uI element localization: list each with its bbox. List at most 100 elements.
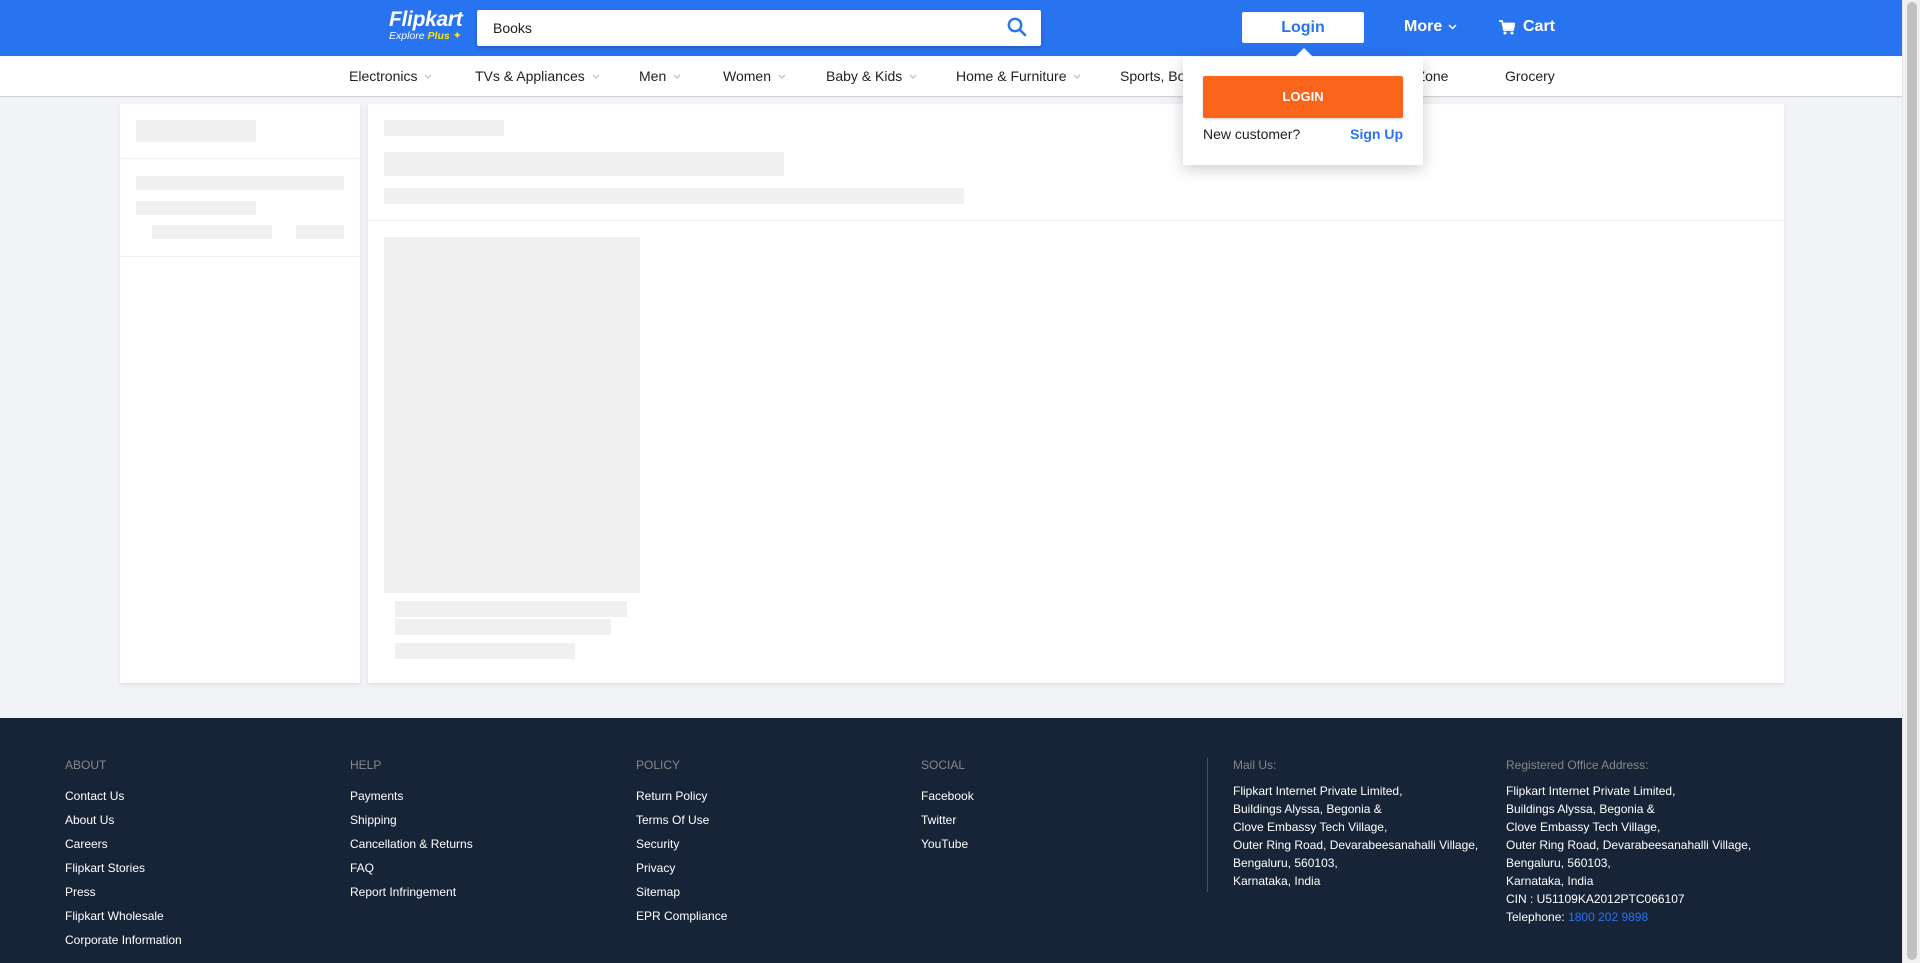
cart-icon: [1499, 19, 1515, 34]
category-nav: Electronics TVs & Appliances Men Women B…: [0, 56, 1902, 96]
search-button[interactable]: [1007, 17, 1031, 39]
address-line: Bengaluru, 560103,: [1233, 856, 1338, 870]
divider: [120, 158, 360, 159]
dropdown-login-button[interactable]: LOGIN: [1203, 76, 1403, 118]
footer-link[interactable]: FAQ: [350, 856, 473, 880]
footer-link[interactable]: Terms Of Use: [636, 808, 727, 832]
skeleton-block: [296, 225, 344, 239]
nav-label: Women: [723, 68, 771, 84]
skeleton-block: [136, 201, 256, 215]
flipkart-logo[interactable]: Flipkart Explore Plus ✦: [389, 9, 465, 45]
nav-label: TVs & Appliances: [475, 68, 585, 84]
search-bar: [477, 10, 1041, 46]
search-input[interactable]: [493, 10, 973, 46]
plus-star-icon: ✦: [452, 30, 462, 42]
scrollbar-thumb[interactable]: [1907, 2, 1917, 960]
address-line: Outer Ring Road, Devarabeesanahalli Vill…: [1506, 838, 1752, 852]
login-button[interactable]: Login: [1242, 12, 1364, 43]
skeleton-image: [384, 237, 640, 593]
footer-heading: Registered Office Address:: [1506, 758, 1649, 772]
footer-heading: SOCIAL: [921, 758, 966, 772]
nav-item-sports-books[interactable]: Sports, Bo: [1120, 68, 1185, 84]
skeleton-block: [395, 643, 575, 659]
skeleton-block: [136, 176, 344, 190]
login-dropdown: LOGIN New customer? Sign Up: [1183, 48, 1423, 165]
telephone-link[interactable]: 1800 202 9898: [1568, 910, 1648, 924]
footer-link[interactable]: Twitter: [921, 808, 974, 832]
address-line: Clove Embassy Tech Village,: [1506, 820, 1661, 834]
footer-link[interactable]: YouTube: [921, 832, 974, 856]
footer-link[interactable]: About Us: [65, 808, 182, 832]
page-scrollbar[interactable]: [1902, 0, 1920, 963]
footer-link[interactable]: Payments: [350, 784, 473, 808]
more-menu[interactable]: More: [1404, 18, 1457, 36]
footer-divider: [1207, 758, 1208, 892]
footer-about: ABOUT Contact Us About Us Careers Flipka…: [65, 758, 182, 952]
chevron-down-icon: [673, 74, 681, 79]
nav-item-home-furniture[interactable]: Home & Furniture: [956, 68, 1082, 84]
footer-link[interactable]: Corporate Information: [65, 928, 182, 952]
footer-link[interactable]: Privacy: [636, 856, 727, 880]
skeleton-block: [384, 188, 964, 204]
nav-item-baby-kids[interactable]: Baby & Kids: [826, 68, 918, 84]
nav-label: Grocery: [1505, 68, 1555, 84]
footer-mail-us: Mail Us: Flipkart Internet Private Limit…: [1233, 758, 1478, 890]
cart-link[interactable]: Cart: [1499, 18, 1555, 36]
divider: [368, 220, 1784, 221]
cin-line: CIN : U51109KA2012PTC066107: [1506, 892, 1685, 906]
footer-link[interactable]: Cancellation & Returns: [350, 832, 473, 856]
nav-label: Baby & Kids: [826, 68, 903, 84]
address-line: Buildings Alyssa, Begonia &: [1233, 802, 1382, 816]
nav-item-men[interactable]: Men: [639, 68, 682, 84]
footer-link[interactable]: Contact Us: [65, 784, 182, 808]
site-footer: ABOUT Contact Us About Us Careers Flipka…: [0, 718, 1902, 963]
cart-label: Cart: [1523, 18, 1556, 35]
sign-up-link[interactable]: Sign Up: [1350, 126, 1403, 142]
nav-item-tvs-appliances[interactable]: TVs & Appliances: [475, 68, 601, 84]
skeleton-block: [152, 225, 272, 239]
footer-link[interactable]: Careers: [65, 832, 182, 856]
footer-link[interactable]: Sitemap: [636, 880, 727, 904]
chevron-down-icon: [1448, 24, 1457, 30]
footer-link[interactable]: Facebook: [921, 784, 974, 808]
footer-link[interactable]: Return Policy: [636, 784, 727, 808]
skeleton-block: [395, 619, 611, 635]
footer-link[interactable]: Flipkart Wholesale: [65, 904, 182, 928]
nav-item-women[interactable]: Women: [723, 68, 787, 84]
address-line: Flipkart Internet Private Limited,: [1506, 784, 1676, 798]
top-header: Flipkart Explore Plus ✦ Login More Car: [0, 0, 1902, 56]
footer-link[interactable]: Report Infringement: [350, 880, 473, 904]
footer-help: HELP Payments Shipping Cancellation & Re…: [350, 758, 473, 904]
nav-item-electronics[interactable]: Electronics: [349, 68, 433, 84]
nav-label: Home & Furniture: [956, 68, 1067, 84]
logo-text: Flipkart: [389, 8, 463, 31]
footer-heading: Mail Us:: [1233, 758, 1277, 772]
new-customer-text: New customer?: [1203, 126, 1301, 142]
chevron-down-icon: [909, 74, 917, 79]
address-line: Karnataka, India: [1233, 874, 1321, 888]
nav-label: Electronics: [349, 68, 418, 84]
logo-plus: Plus: [427, 30, 450, 42]
chevron-down-icon: [425, 74, 432, 79]
footer-heading: POLICY: [636, 758, 681, 772]
logo-explore: Explore: [389, 30, 425, 42]
footer-social: SOCIAL Facebook Twitter YouTube: [921, 758, 974, 856]
more-label: More: [1404, 18, 1443, 35]
address-line: Flipkart Internet Private Limited,: [1233, 784, 1403, 798]
footer-link[interactable]: Flipkart Stories: [65, 856, 182, 880]
telephone-line: Telephone: 1800 202 9898: [1506, 908, 1751, 926]
footer-policy: POLICY Return Policy Terms Of Use Securi…: [636, 758, 727, 928]
address-line: Bengaluru, 560103,: [1506, 856, 1611, 870]
footer-link[interactable]: Shipping: [350, 808, 473, 832]
filters-skeleton-card: [120, 104, 360, 683]
footer-link[interactable]: Security: [636, 832, 727, 856]
divider: [120, 256, 360, 257]
search-icon: [1007, 17, 1027, 37]
footer-registered-office: Registered Office Address: Flipkart Inte…: [1506, 758, 1751, 926]
footer-link[interactable]: EPR Compliance: [636, 904, 727, 928]
address-line: Clove Embassy Tech Village,: [1233, 820, 1388, 834]
chevron-down-icon: [778, 74, 786, 79]
logo-tagline: Explore Plus ✦: [389, 30, 465, 42]
footer-link[interactable]: Press: [65, 880, 182, 904]
nav-item-grocery[interactable]: Grocery: [1505, 68, 1555, 84]
